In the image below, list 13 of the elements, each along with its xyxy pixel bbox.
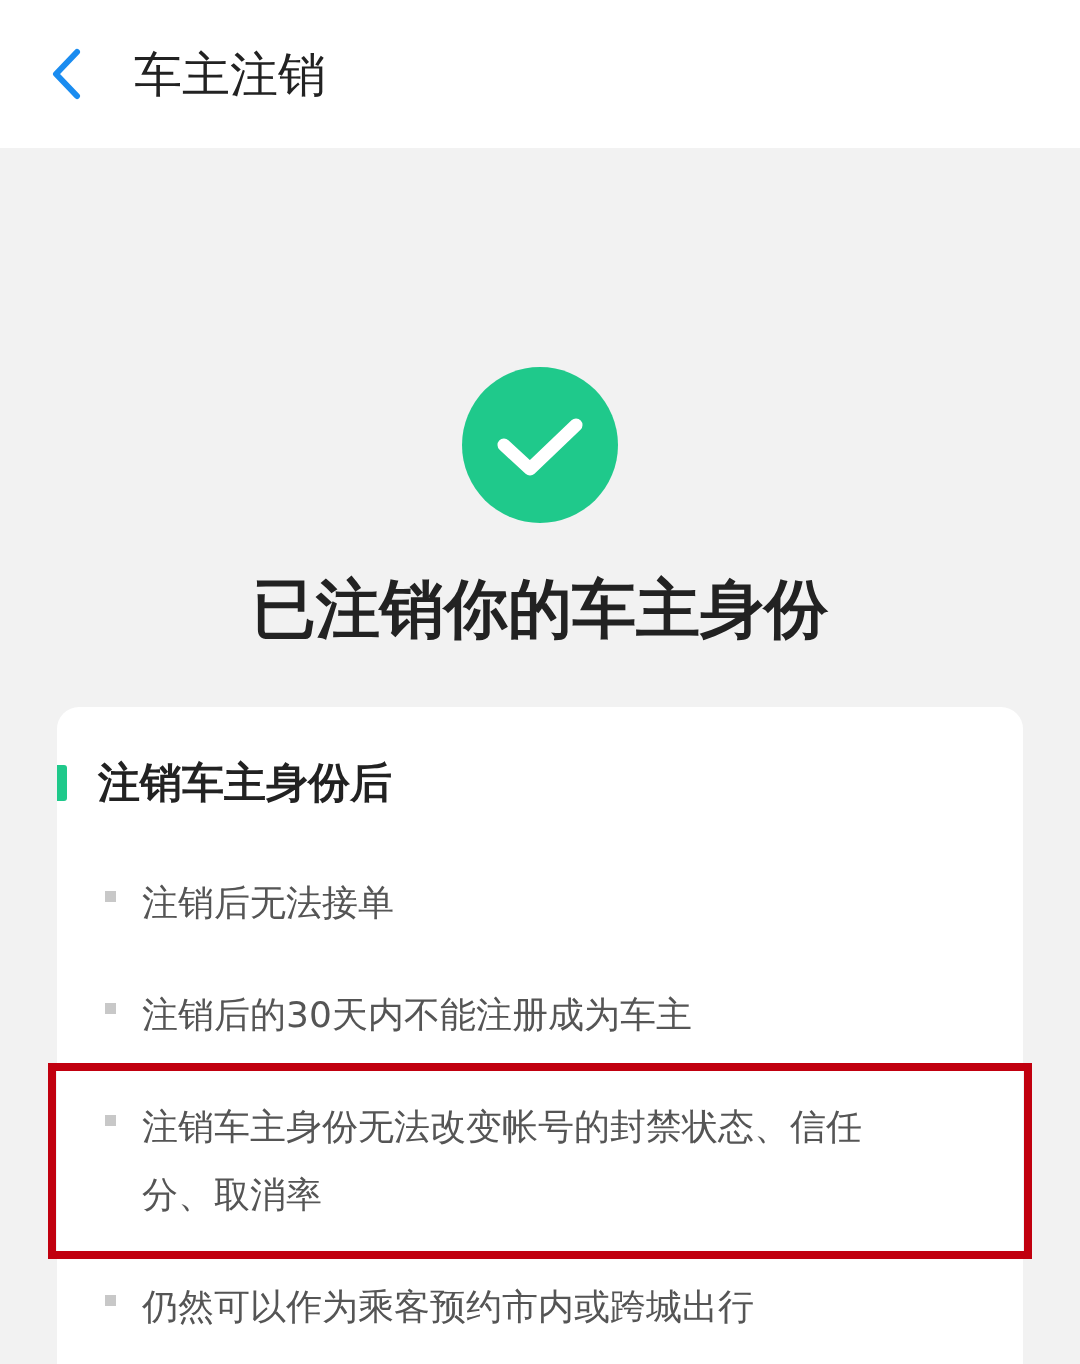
bullet-icon xyxy=(105,1003,116,1014)
result-heading: 已注销你的车主身份 xyxy=(252,571,828,648)
success-check-icon xyxy=(462,367,618,523)
bullet-icon xyxy=(105,1115,116,1126)
page-title: 车主注销 xyxy=(134,45,326,104)
bullet-icon xyxy=(105,891,116,902)
section-accent-bar xyxy=(57,765,67,801)
list-item-text: 注销后无法接单 xyxy=(142,881,394,925)
section-title: 注销车主身份后 xyxy=(98,757,392,809)
bullet-icon xyxy=(105,1295,116,1306)
list-item-text: 注销车主身份无法改变帐号的封禁状态、信任分、取消率 xyxy=(142,1105,863,1217)
list-item-text: 仍然可以作为乘客预约市内或跨城出行 xyxy=(142,1285,754,1329)
list-item-text: 注销后的30天内不能注册成为车主 xyxy=(142,993,692,1037)
